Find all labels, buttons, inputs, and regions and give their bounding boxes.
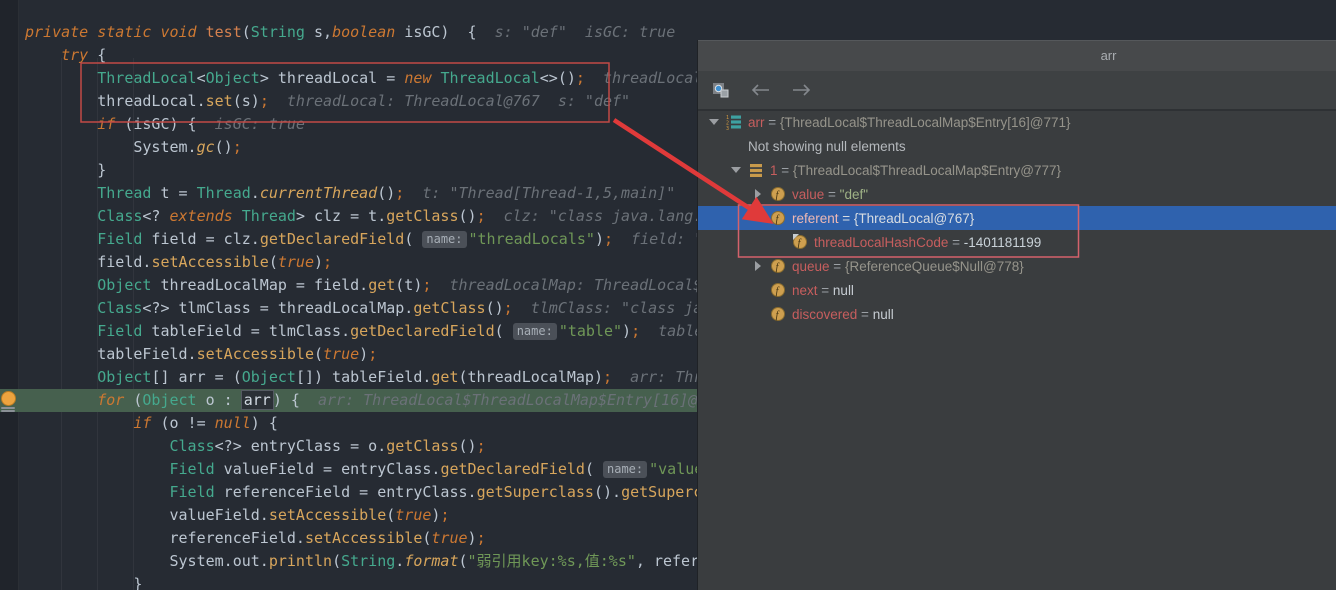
ide-window: private static void test(String s,boolea… <box>0 0 1336 590</box>
array-icon: 123 <box>726 114 742 130</box>
variable-name: next <box>792 283 818 298</box>
tree-row-value[interactable]: fvalue = "def" <box>698 182 1336 206</box>
inspect-referrers-button[interactable] <box>710 79 732 101</box>
list-icon <box>748 162 764 178</box>
variable-value: "def" <box>840 187 868 202</box>
expander-spacer <box>750 282 766 298</box>
panel-title: arr <box>1101 48 1117 63</box>
chevron-down-icon[interactable] <box>750 210 766 226</box>
variable-value: {ThreadLocal$ThreadLocalMap$Entry[16]@77… <box>780 115 1071 130</box>
tree-note[interactable]: Not showing null elements <box>698 134 1336 158</box>
field-icon: f <box>770 210 786 226</box>
tree-row-discovered[interactable]: f discovered = null <box>698 302 1336 326</box>
variable-name: value <box>792 187 824 202</box>
equals-sign: = <box>818 283 833 298</box>
field-dec-icon: f <box>792 234 808 250</box>
variable-name: threadLocalHashCode <box>814 235 948 250</box>
variable-value: {ReferenceQueue$Null@778} <box>845 259 1024 274</box>
exec-bar-icon <box>1 410 15 412</box>
chevron-right-icon[interactable] <box>750 258 766 274</box>
equals-sign: = <box>824 187 839 202</box>
variable-name: queue <box>792 259 830 274</box>
tree-row-referent[interactable]: f referent = {ThreadLocal@767} <box>698 206 1336 230</box>
equals-sign: = <box>765 115 780 130</box>
expander-spacer <box>750 306 766 322</box>
tree-row-1[interactable]: 1 = {ThreadLocal$ThreadLocalMap$Entry@77… <box>698 158 1336 182</box>
variable-value: null <box>873 307 894 322</box>
tree-row-arr[interactable]: 123 arr = {ThreadLocal$ThreadLocalMap$Ent… <box>698 110 1336 134</box>
expander-spacer <box>772 234 788 250</box>
chevron-down-icon[interactable] <box>728 162 744 178</box>
debug-variables-panel: arr 123 arr = {ThreadLocal$ThreadLocalMap… <box>697 40 1336 590</box>
panel-title-bar: arr <box>698 40 1336 71</box>
equals-sign: = <box>857 307 872 322</box>
field-icon: f <box>770 306 786 322</box>
variable-name: referent <box>792 211 839 226</box>
field-icon: f <box>770 186 786 202</box>
svg-text:3: 3 <box>726 126 729 130</box>
param-name-inlay-hint: name: <box>513 323 557 340</box>
variable-name: 1 <box>770 163 778 178</box>
forward-arrow-icon[interactable] <box>790 79 812 101</box>
exec-bar-icon <box>1 407 15 409</box>
field-icon: f <box>770 258 786 274</box>
variable-value: {ThreadLocal$ThreadLocalMap$Entry@777} <box>793 163 1061 178</box>
variable-name: arr <box>748 115 765 130</box>
chevron-down-icon[interactable] <box>706 114 722 130</box>
panel-toolbar <box>698 71 1336 111</box>
field-icon: f <box>770 282 786 298</box>
param-name-inlay-hint: name: <box>603 461 647 478</box>
equals-sign: = <box>778 163 793 178</box>
equals-sign: = <box>839 211 854 226</box>
breakpoint-dot-icon <box>1 391 16 406</box>
tree-row-threadLocalHashCode[interactable]: f threadLocalHashCode = -1401181199 <box>698 230 1336 254</box>
execution-point-icon[interactable] <box>1 391 15 409</box>
variable-value: -1401181199 <box>964 235 1042 250</box>
variables-tree: 123 arr = {ThreadLocal$ThreadLocalMap$Ent… <box>698 110 1336 590</box>
variable-value: null <box>833 283 854 298</box>
back-arrow-icon[interactable] <box>750 79 772 101</box>
chevron-right-icon[interactable] <box>750 186 766 202</box>
tree-row-queue[interactable]: fqueue = {ReferenceQueue$Null@778} <box>698 254 1336 278</box>
tree-row-next[interactable]: fnext = null <box>698 278 1336 302</box>
equals-sign: = <box>830 259 845 274</box>
tree-note-label: Not showing null elements <box>748 139 906 154</box>
param-name-inlay-hint: name: <box>422 231 466 248</box>
equals-sign: = <box>948 235 963 250</box>
variable-name: discovered <box>792 307 857 322</box>
variable-value: {ThreadLocal@767} <box>854 211 974 226</box>
